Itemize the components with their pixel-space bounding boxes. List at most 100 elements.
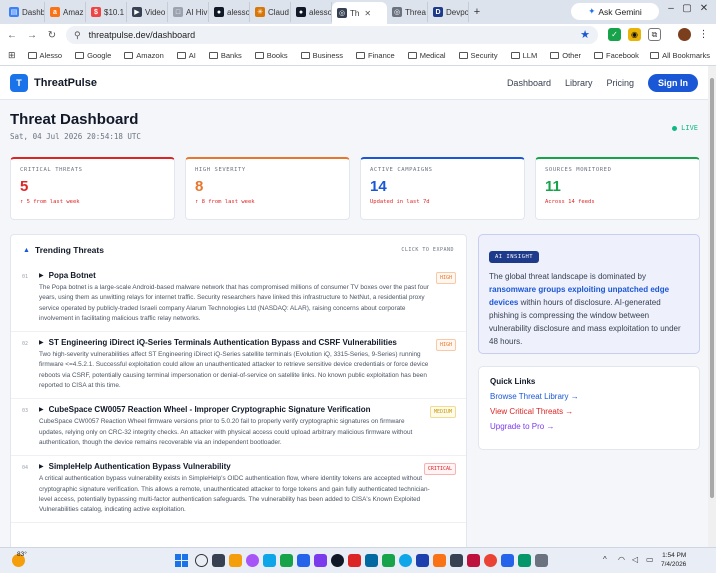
expand-caret-icon[interactable]: ▶ [39,463,44,470]
app-icon-2[interactable] [263,554,276,567]
bookmark-folder[interactable]: Finance [356,51,395,60]
extension-badge-icon[interactable]: ◉ [628,28,641,41]
app-icon-10[interactable] [450,554,463,567]
bookmark-folder[interactable]: Alesso [27,51,62,60]
browser-tab[interactable]: $ $10.1 [86,2,127,22]
clock-date: 7/4/2026 [661,561,687,568]
app-icon-6[interactable] [365,554,378,567]
extension-check-icon[interactable]: ✓ [608,28,621,41]
bookmark-folder[interactable]: Amazon [124,51,164,60]
forward-button[interactable]: → [24,30,40,41]
system-clock[interactable]: 1:54 PM 7/4/2026 [661,551,686,569]
site-info-icon[interactable]: ⚲ [74,30,81,41]
app-icon-1[interactable] [246,554,259,567]
page-scrollbar[interactable] [708,66,716,547]
threat-name: CubeSpace CW0057 Reaction Wheel - Improp… [48,405,371,415]
app-icon-11[interactable] [467,554,480,567]
threat-item[interactable]: 04 ▶ SimpleHelp Authentication Bypass Vuln… [11,456,466,524]
volume-icon[interactable]: ◁ [632,555,638,564]
threat-item[interactable]: 01 ▶ Popa Botnet HIGH The Popa botnet is a l… [11,265,466,333]
address-bar[interactable]: ⚲ threatpulse.dev/dashboard ★ [66,26,598,44]
bookmark-label: LLM [522,51,538,60]
browser-tab[interactable]: ◎ Th ✕ [332,2,387,24]
trending-header[interactable]: ▲ Trending Threats CLICK TO EXPAND [11,235,466,265]
browser-tab[interactable]: □ AI Hiv [168,2,209,22]
url-text: threatpulse.dev/dashboard [88,30,196,40]
close-tab-icon[interactable]: ✕ [364,9,371,18]
app-icon-8[interactable] [416,554,429,567]
app-icon-5[interactable] [348,554,361,567]
browser-tab[interactable]: a Amaz [45,2,86,22]
battery-icon[interactable]: ▭ [646,555,654,564]
threat-name-row[interactable]: ▶ Popa Botnet [39,271,456,280]
back-button[interactable]: ← [4,30,20,41]
close-window-button[interactable]: ✕ [697,3,711,14]
task-view-icon[interactable] [212,554,225,567]
brand-logo[interactable]: T [10,73,28,92]
wifi-icon[interactable]: ◠ [618,555,625,564]
bookmark-folder[interactable]: Medical [407,51,446,60]
threat-item[interactable]: 03 ▶ CubeSpace CW0057 Reaction Wheel - Imp… [11,399,466,457]
file-explorer-icon[interactable] [229,554,242,567]
profile-avatar[interactable] [678,28,691,41]
github-icon[interactable] [331,554,344,567]
browser-tab[interactable]: ✳ Claud [250,2,291,22]
quick-link[interactable]: Browse Threat Library → [490,392,688,401]
bookmark-folder[interactable]: Banks [208,51,242,60]
minimize-button[interactable]: – [664,3,678,14]
browser-tab[interactable]: D Devpo [428,2,469,22]
maximize-button[interactable]: ▢ [680,3,694,14]
extensions-puzzle-icon[interactable]: ⧉ [648,28,661,41]
bookmark-folder[interactable]: Other [550,51,581,60]
bookmark-folder[interactable]: Books [254,51,288,60]
visual-studio-icon[interactable] [314,554,327,567]
all-bookmarks-button[interactable]: All Bookmarks [650,51,710,60]
sign-in-button[interactable]: Sign In [648,74,698,92]
reload-button[interactable]: ↻ [44,30,60,41]
menu-kebab-icon[interactable]: ⋮ [697,28,710,41]
chrome-icon[interactable] [484,554,497,567]
nav-dashboard[interactable]: Dashboard [507,78,551,88]
app-icon-13[interactable] [518,554,531,567]
app-icon-4[interactable] [297,554,310,567]
stat-card: HIGH SEVERITY 8 ↑ 8 from last week [185,157,350,220]
bookmark-folder[interactable]: LLM [510,51,538,60]
search-icon[interactable] [195,554,208,567]
app-icon-7[interactable] [382,554,395,567]
new-tab-button[interactable]: + [469,6,485,18]
app-icon-14[interactable] [535,554,548,567]
quick-link[interactable]: View Critical Threats → [490,407,688,416]
ask-gemini-button[interactable]: ✦ Ask Gemini [571,3,659,20]
bookmark-folder[interactable]: Security [458,51,498,60]
edge-icon[interactable] [399,554,412,567]
windows-start-icon[interactable] [175,554,188,567]
bookmark-folder[interactable]: Business [300,51,343,60]
expand-caret-icon[interactable]: ▶ [39,406,44,413]
app-icon-3[interactable] [280,554,293,567]
bookmark-folder[interactable]: AI [176,51,196,60]
quick-link[interactable]: Upgrade to Pro → [490,422,688,431]
app-icon-12[interactable] [501,554,514,567]
threat-name-row[interactable]: ▶ ST Engineering iDirect iQ-Series Termin… [39,338,456,347]
threat-name-row[interactable]: ▶ CubeSpace CW0057 Reaction Wheel - Impro… [39,405,456,414]
scrollbar-thumb[interactable] [710,78,714,498]
browser-tab[interactable]: ● alesso [209,2,250,22]
nav-pricing[interactable]: Pricing [606,78,634,88]
nav-library[interactable]: Library [565,78,593,88]
browser-tab[interactable]: ▤ Dashb [4,2,45,22]
app-icon-9[interactable] [433,554,446,567]
tray-chevron-icon[interactable]: ^ [603,555,607,564]
apps-grid-icon[interactable]: ⊞ [8,50,16,61]
bookmark-star-icon[interactable]: ★ [580,28,590,41]
bookmark-label: Google [87,51,112,60]
browser-tab[interactable]: ◎ Threa [387,2,428,22]
threat-name-row[interactable]: ▶ SimpleHelp Authentication Bypass Vulner… [39,462,456,471]
brand-name[interactable]: ThreatPulse [34,77,97,89]
bookmark-folder[interactable]: Facebook [594,51,639,60]
browser-tab[interactable]: ▶ Video [127,2,168,22]
expand-caret-icon[interactable]: ▶ [39,339,44,346]
bookmark-folder[interactable]: Google [75,51,111,60]
browser-tab[interactable]: ● alesso [291,2,332,22]
threat-item[interactable]: 02 ▶ ST Engineering iDirect iQ-Series Term… [11,332,466,400]
expand-caret-icon[interactable]: ▶ [39,272,44,279]
